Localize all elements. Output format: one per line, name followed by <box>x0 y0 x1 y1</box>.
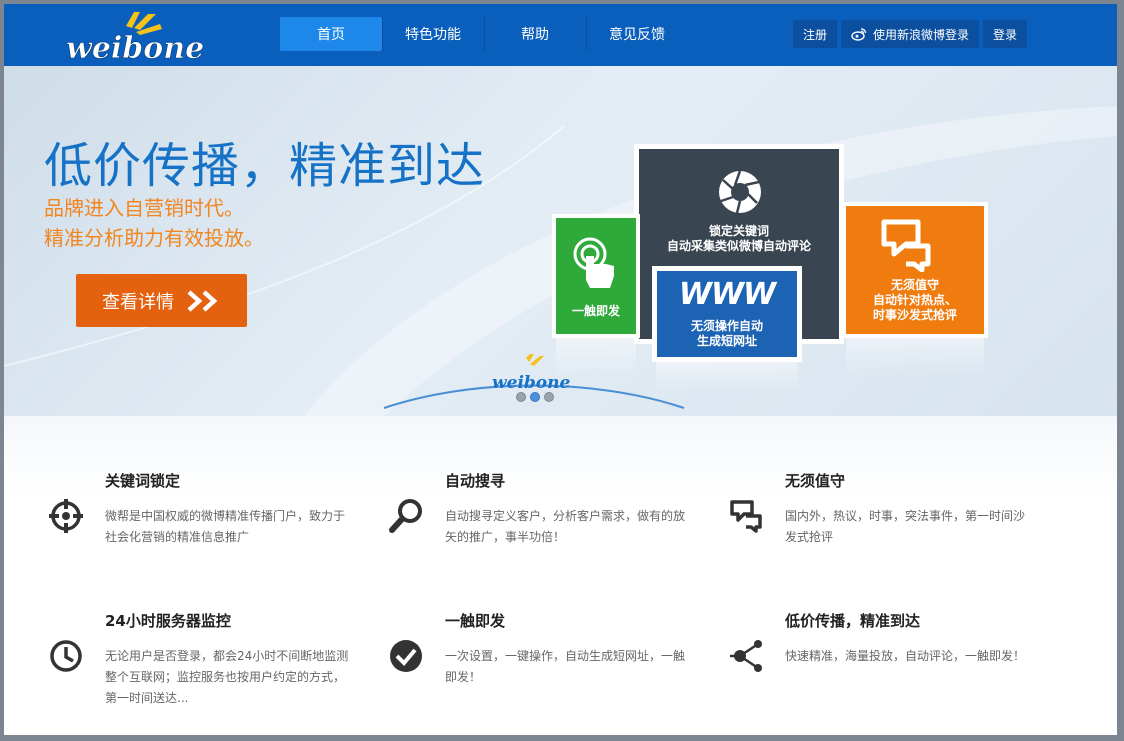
feature-title: 关键词锁定 <box>105 472 181 490</box>
chat-bubble-icon <box>881 219 931 272</box>
top-header: weibone 首页 特色功能 帮助 意见反馈 注册 使用新浪微博登录 登录 <box>4 4 1117 66</box>
feature-desc: 国内外，热议，时事，突法事件，第一时间沙发式抢评 <box>785 509 1026 544</box>
view-details-label: 查看详情 <box>102 291 174 313</box>
logo-text: weibone <box>66 31 204 62</box>
tile-reflection <box>846 338 984 378</box>
clock-icon <box>50 640 82 672</box>
page-frame: weibone 首页 特色功能 帮助 意见反馈 注册 使用新浪微博登录 登录 低… <box>4 4 1117 735</box>
www-graphic: WWW <box>678 277 776 312</box>
account-buttons: 注册 使用新浪微博登录 登录 <box>793 20 1028 48</box>
share-icon <box>730 640 762 672</box>
touch-icon <box>573 237 614 288</box>
slide-pager <box>516 392 554 402</box>
feature-title: 一触即发 <box>445 612 506 630</box>
nav-home[interactable]: 首页 <box>280 17 382 51</box>
slide-dot-2[interactable] <box>530 392 540 402</box>
hero-subline-2: 精准分析助力有效投放。 <box>44 226 264 250</box>
nav-features[interactable]: 特色功能 <box>382 17 484 51</box>
weibo-icon <box>851 28 867 41</box>
feature-desc: 自动搜寻定义客户，分析客户需求，做有的放矢的推广，事半功倍！ <box>445 509 686 544</box>
feature-desc: 一次设置，一键操作，自动生成短网址，一触即发！ <box>445 649 686 684</box>
login-label: 登录 <box>993 27 1018 42</box>
tile-orange-line1: 无须值守 <box>890 278 939 292</box>
feature-title: 自动搜寻 <box>445 472 506 490</box>
feature-desc: 微帮是中国权威的微博精准传播门户，致力于社会化营销的精准信息推广 <box>105 509 346 544</box>
tile-reflection <box>656 362 798 392</box>
tile-blue-line1: 无须操作自动 <box>690 319 763 333</box>
tile-orange-line2: 自动针对热点、 <box>872 293 957 307</box>
slide-dot-1[interactable] <box>516 392 526 402</box>
slide-dot-3[interactable] <box>544 392 554 402</box>
weibo-login-label: 使用新浪微博登录 <box>873 27 970 42</box>
features-section: 关键词锁定 微帮是中国权威的微博精准传播门户，致力于社会化营销的精准信息推广 自… <box>4 416 1117 735</box>
hero-headline: 低价传播，精准到达 <box>44 138 486 194</box>
feature-desc: 无论用户是否登录，都会24小时不间断地监测整个互联网；监控服务也按用户约定的方式… <box>105 649 349 705</box>
tile-orange-line3: 时事沙发式抢评 <box>872 308 957 322</box>
register-label: 注册 <box>803 27 828 42</box>
login-button[interactable]: 登录 <box>983 20 1028 48</box>
tile-unattended[interactable]: 无须值守 自动针对热点、 时事沙发式抢评 <box>842 202 988 338</box>
feature-title: 24小时服务器监控 <box>105 612 231 630</box>
banner-small-logo-text: weibone <box>492 373 570 393</box>
tile-dark-line2: 自动采集类似微博自动评论 <box>666 239 811 253</box>
speech-bubble-icon <box>730 500 762 533</box>
feature-desc: 快速精准，海量投放，自动评论，一触即发！ <box>785 649 1026 663</box>
magnifier-icon <box>389 499 422 533</box>
double-chevron-icon <box>187 289 218 312</box>
tile-green-label: 一触即发 <box>571 304 620 318</box>
main-nav: 首页 特色功能 帮助 意见反馈 <box>280 17 688 51</box>
nav-feedback[interactable]: 意见反馈 <box>586 17 688 51</box>
hero-subline-1: 品牌进入自营销时代。 <box>44 196 244 220</box>
tile-blue-line2: 生成短网址 <box>696 334 757 348</box>
weibone-logo[interactable]: weibone <box>64 8 224 62</box>
weibo-login-button[interactable]: 使用新浪微博登录 <box>841 20 980 48</box>
aperture-icon <box>719 170 761 214</box>
banner-small-logo: weibone <box>492 354 570 393</box>
nav-help[interactable]: 帮助 <box>484 17 586 51</box>
check-circle-icon <box>390 640 422 672</box>
target-icon <box>49 499 83 533</box>
view-details-button[interactable]: 查看详情 <box>76 274 247 327</box>
tile-short-url[interactable]: WWW 无须操作自动 生成短网址 <box>652 266 802 362</box>
feature-title: 无须值守 <box>785 472 846 490</box>
register-button[interactable]: 注册 <box>793 20 838 48</box>
hero-banner: 低价传播，精准到达 品牌进入自营销时代。 精准分析助力有效投放。 查看详情 锁定… <box>4 66 1117 416</box>
tile-dark-line1: 锁定关键词 <box>708 224 769 238</box>
feature-title: 低价传播，精准到达 <box>785 612 921 630</box>
tile-one-touch[interactable]: 一触即发 <box>552 214 640 338</box>
